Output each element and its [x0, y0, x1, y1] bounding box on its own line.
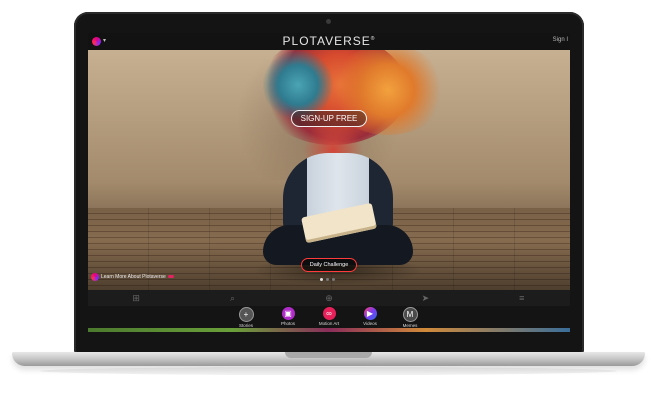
photos-icon: ▣	[281, 307, 295, 320]
videos-play-icon: ▶	[363, 307, 377, 320]
content-preview-strip	[88, 328, 570, 332]
carousel-dot[interactable]	[326, 278, 329, 281]
hero-banner: SIGN-UP FREE Daily Challenge Learn More …	[88, 50, 570, 290]
carousel-dot[interactable]	[320, 278, 323, 281]
creator-bar: + Stories ▣ Photos ∞ Motion Art ▶ Videos…	[88, 306, 570, 328]
logo-text: PLOTAVERSE	[282, 34, 371, 48]
sign-in-link[interactable]: Sign I	[553, 37, 568, 43]
creator-memes[interactable]: M Memes	[393, 307, 427, 328]
carousel-dot[interactable]	[332, 278, 335, 281]
daily-challenge-button[interactable]: Daily Challenge	[301, 258, 357, 272]
filter-icon[interactable]: ≡	[515, 292, 529, 304]
stories-add-icon: +	[238, 307, 254, 322]
learn-more-label: Learn More About Plotaverse	[101, 273, 166, 280]
creator-label: Videos	[363, 321, 377, 326]
webcam	[326, 19, 331, 24]
motion-art-icon: ∞	[322, 307, 336, 320]
bottom-nav: ⊞ ⌕ ⊕ ➤ ≡	[88, 290, 570, 306]
screen: ▾ PLOTAVERSE® Sign I SIGN-UP FREE Daily …	[88, 33, 570, 332]
grid-icon[interactable]: ⊞	[129, 292, 143, 304]
plotaverse-logo-icon	[91, 272, 99, 281]
send-icon[interactable]: ➤	[418, 292, 432, 304]
sign-up-button[interactable]: SIGN-UP FREE	[291, 110, 367, 127]
memes-icon: M	[402, 307, 418, 322]
add-icon[interactable]: ⊕	[322, 292, 336, 304]
creator-photos[interactable]: ▣ Photos	[271, 307, 305, 326]
logo-mark: ®	[370, 36, 376, 42]
creator-motion-art[interactable]: ∞ Motion Art	[312, 307, 346, 326]
arrow-icon	[167, 275, 174, 278]
top-bar: ▾ PLOTAVERSE® Sign I	[88, 33, 570, 50]
learn-more-link[interactable]: Learn More About Plotaverse	[91, 272, 174, 281]
laptop-notch	[285, 352, 372, 358]
creator-stories[interactable]: + Stories	[229, 307, 263, 328]
app-logo[interactable]: PLOTAVERSE®	[88, 34, 570, 48]
search-icon[interactable]: ⌕	[226, 292, 240, 304]
creator-videos[interactable]: ▶ Videos	[353, 307, 387, 326]
carousel-dots	[320, 278, 335, 281]
laptop-shadow	[40, 367, 617, 375]
creator-label: Photos	[280, 321, 295, 326]
creator-label: Motion Art	[318, 321, 340, 326]
